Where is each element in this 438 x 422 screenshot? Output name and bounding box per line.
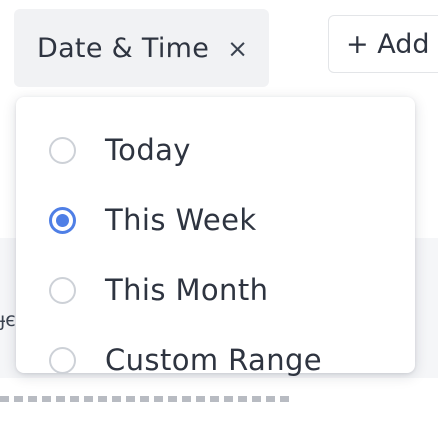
background-blurred-text [0,396,292,402]
filter-chip-label: Date & Time [37,32,210,64]
option-label-this-week: This Week [105,203,257,237]
option-custom-range[interactable]: Custom Range [16,334,415,386]
radio-this-month[interactable] [49,276,76,304]
option-label-today: Today [105,133,191,167]
date-time-filter-chip[interactable]: Date & Time × [14,9,269,87]
background-text-fragment: ɟє [0,309,16,331]
date-range-dropdown: Today This Week This Month Custom Range [16,97,415,377]
radio-custom-range[interactable] [49,346,76,374]
option-label-custom-range: Custom Range [105,343,323,377]
radio-this-week[interactable] [49,206,76,234]
add-filter-button[interactable]: + Add [328,15,438,73]
option-label-this-month: This Month [105,273,269,307]
radio-today[interactable] [49,136,76,164]
option-this-month[interactable]: This Month [16,264,415,316]
option-this-week[interactable]: This Week [16,194,415,246]
option-today[interactable]: Today [16,124,415,176]
close-icon[interactable]: × [227,36,248,61]
